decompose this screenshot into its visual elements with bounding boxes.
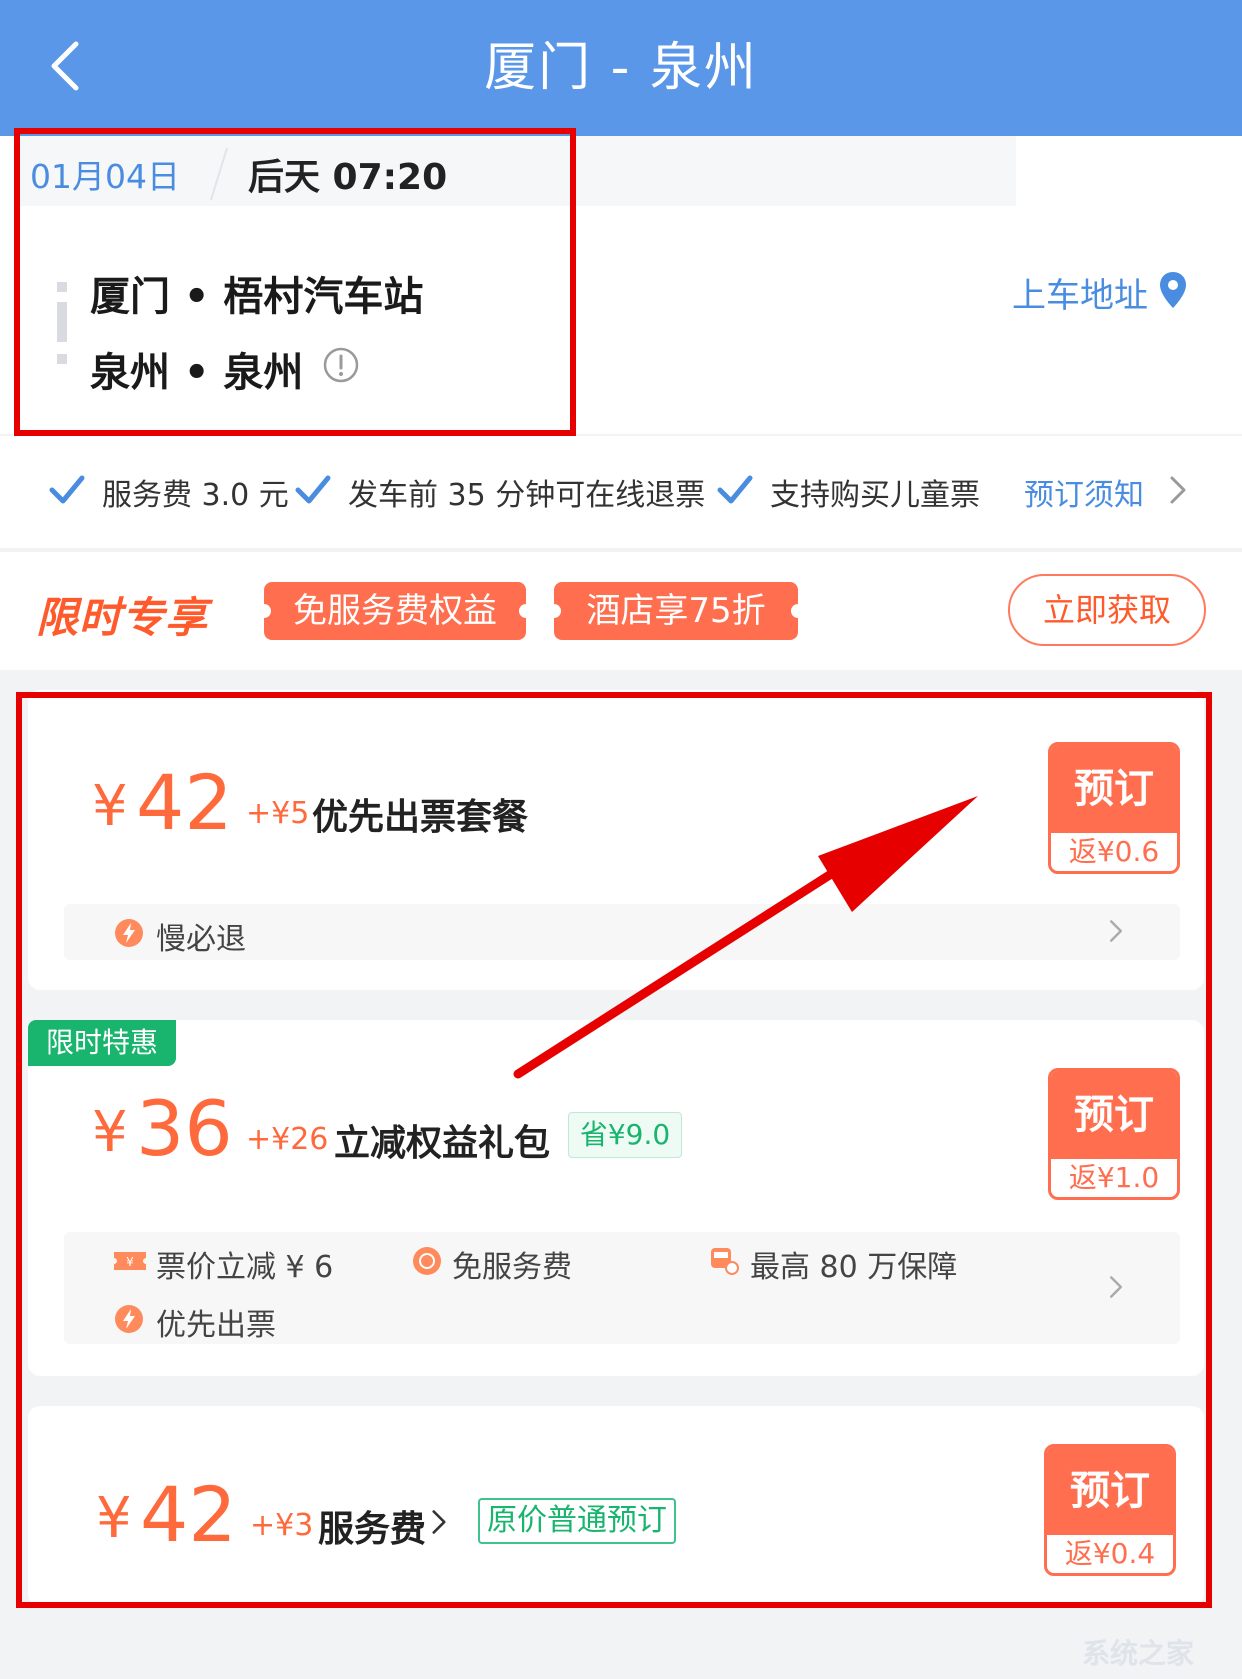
page-title: 厦门 - 泉州 — [484, 38, 758, 98]
watermark-logo: 系统之家 — [1082, 1637, 1195, 1670]
check-icon — [717, 475, 753, 504]
promo-tag-hotel-discount: 酒店享75折 — [554, 582, 798, 640]
promo-tag-free-fee: 免服务费权益 — [264, 582, 526, 640]
annotation-frame — [16, 692, 1212, 1608]
check-icon — [295, 475, 331, 504]
location-pin-icon[interactable] — [1158, 270, 1188, 310]
get-now-button[interactable]: 立即获取 — [1008, 574, 1206, 646]
boarding-address-link[interactable]: 上车地址 — [1012, 268, 1148, 317]
child-ticket-text: 支持购买儿童票 — [770, 478, 980, 513]
chevron-right-icon[interactable] — [1168, 474, 1188, 506]
booking-notice-link[interactable]: 预订须知 — [1024, 470, 1144, 514]
tag-notch — [519, 604, 533, 618]
promo-title: 限时专享 — [36, 593, 209, 642]
tag-notch — [791, 604, 805, 618]
check-icon — [49, 475, 85, 504]
tag-notch — [547, 604, 561, 618]
annotation-frame — [14, 128, 576, 436]
back-arrow-icon[interactable] — [42, 36, 90, 96]
refund-policy-text: 发车前 35 分钟可在线退票 — [348, 478, 706, 513]
service-fee-text: 服务费 3.0 元 — [102, 478, 289, 513]
tag-notch — [257, 604, 271, 618]
